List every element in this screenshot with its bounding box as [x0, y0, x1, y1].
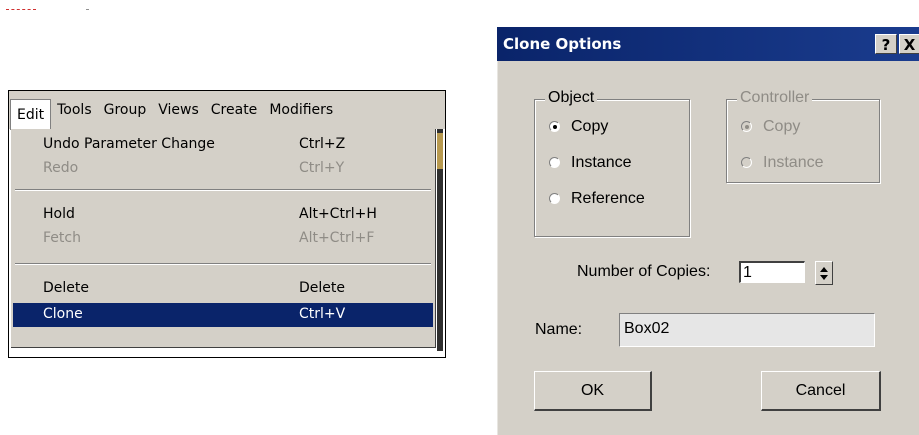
menu-item-label: Hold [43, 206, 75, 222]
edit-menu-panel: Edit Tools Group Views Create Modifiers … [8, 90, 446, 358]
radio-label: Copy [571, 118, 609, 135]
copies-label: Number of Copies: [577, 263, 711, 280]
name-label: Name: [535, 321, 583, 338]
name-field[interactable]: Box02 [619, 313, 875, 347]
menu-item-redo[interactable]: Redo Ctrl+Y [13, 157, 433, 181]
menu-item-label: Undo Parameter Change [43, 136, 215, 152]
dialog-title: Clone Options [503, 35, 622, 53]
controller-group-legend: Controller [737, 89, 813, 107]
menu-separator [15, 263, 431, 265]
menu-item-shortcut: Ctrl+Z [299, 136, 346, 152]
radio-checked-icon [741, 121, 752, 132]
menu-item-shortcut: Ctrl+V [299, 306, 346, 322]
object-group-legend: Object [545, 89, 598, 107]
dialog-titlebar[interactable]: Clone Options ? X [497, 27, 919, 61]
menu-item-shortcut: Delete [299, 280, 345, 296]
object-group: Object Copy Instance Reference [534, 89, 690, 237]
radio-label: Reference [571, 190, 645, 207]
copies-input[interactable]: 1 [739, 261, 805, 283]
radio-unchecked-icon [549, 193, 560, 204]
viewport-edge-strip [437, 129, 443, 351]
help-button[interactable]: ? [875, 34, 897, 54]
radio-label: Instance [571, 154, 632, 171]
radio-unchecked-icon [741, 157, 752, 168]
menu-item-fetch[interactable]: Fetch Alt+Ctrl+F [13, 227, 433, 251]
spinner-down-icon[interactable] [820, 275, 828, 280]
menu-views[interactable]: Views [152, 97, 205, 123]
menubar: Edit Tools Group Views Create Modifiers [9, 91, 445, 130]
menu-tools[interactable]: Tools [51, 97, 98, 123]
radio-label: Copy [763, 118, 801, 135]
menu-group[interactable]: Group [98, 97, 153, 123]
ok-button[interactable]: OK [534, 371, 652, 411]
clone-options-dialog: Clone Options ? X Object Copy Instance R… [496, 26, 919, 435]
cancel-button[interactable]: Cancel [761, 371, 881, 411]
copies-spinner[interactable] [815, 261, 833, 285]
radio-unchecked-icon [549, 157, 560, 168]
radio-label: Instance [763, 154, 824, 171]
close-button[interactable]: X [899, 34, 919, 54]
stray-mark [86, 9, 89, 10]
menu-edit[interactable]: Edit [10, 98, 52, 130]
controller-group: Controller Copy Instance [726, 89, 880, 183]
radio-checked-icon [549, 121, 560, 132]
menu-create[interactable]: Create [205, 97, 264, 123]
spinner-up-icon[interactable] [820, 267, 828, 272]
menu-separator [15, 189, 431, 191]
menu-item-label: Redo [43, 160, 79, 176]
menu-item-label: Clone [43, 306, 83, 322]
menu-item-shortcut: Alt+Ctrl+F [299, 230, 375, 246]
menu-item-undo[interactable]: Undo Parameter Change Ctrl+Z [13, 133, 433, 157]
menu-item-label: Delete [43, 280, 89, 296]
stray-mark [6, 9, 36, 11]
menu-item-hold[interactable]: Hold Alt+Ctrl+H [13, 203, 433, 227]
menu-item-label: Fetch [43, 230, 81, 246]
menu-item-shortcut: Alt+Ctrl+H [299, 206, 377, 222]
edit-dropdown: Undo Parameter Change Ctrl+Z Redo Ctrl+Y… [11, 129, 436, 348]
menu-modifiers[interactable]: Modifiers [263, 97, 339, 123]
menu-item-shortcut: Ctrl+Y [299, 160, 345, 176]
menu-item-clone[interactable]: Clone Ctrl+V [13, 303, 433, 327]
menu-item-delete[interactable]: Delete Delete [13, 277, 433, 301]
